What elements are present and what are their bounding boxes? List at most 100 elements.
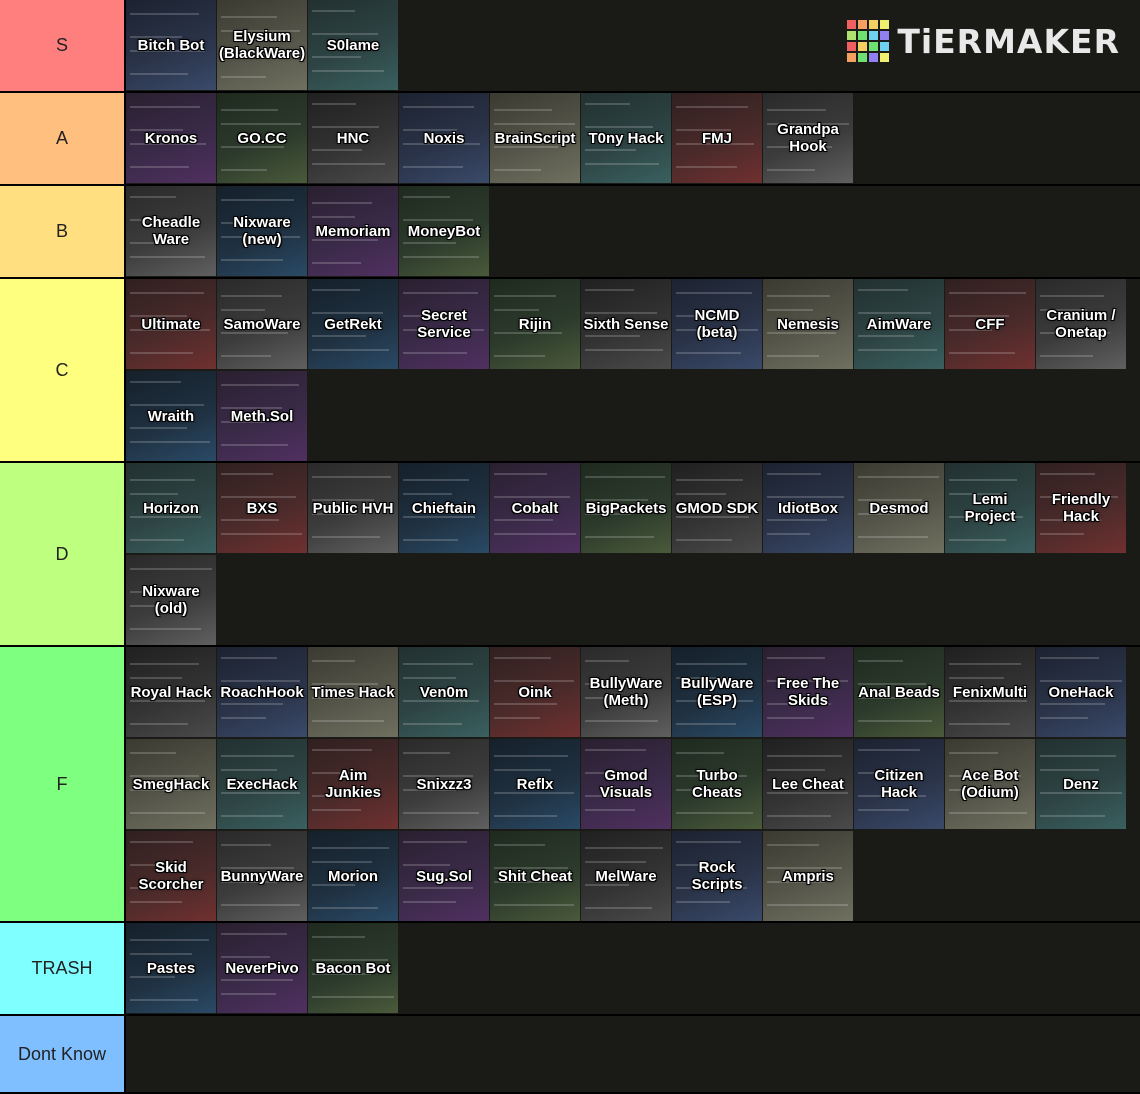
- tier-item[interactable]: Public HVH: [308, 463, 398, 553]
- tier-item[interactable]: Free The Skids: [763, 647, 853, 737]
- tier-item[interactable]: BullyWare (ESP): [672, 647, 762, 737]
- tier-item[interactable]: Noxis: [399, 93, 489, 183]
- logo-square: [880, 53, 890, 62]
- tier-item[interactable]: Chieftain: [399, 463, 489, 553]
- item-name: Secret Service: [417, 307, 471, 341]
- tier-item[interactable]: Cheadle Ware: [126, 186, 216, 276]
- tier-items[interactable]: Pastes NeverPivo Bacon Bot: [124, 923, 1140, 1014]
- tier-label[interactable]: D: [0, 463, 124, 645]
- tier-items[interactable]: Cheadle Ware Nixware (new) Memoriam MoneyBo…: [124, 186, 1140, 277]
- tier-item[interactable]: Rock Scripts: [672, 831, 762, 921]
- tier-item[interactable]: Kronos: [126, 93, 216, 183]
- tier-item[interactable]: CFF: [945, 279, 1035, 369]
- tier-item[interactable]: Sug.Sol: [399, 831, 489, 921]
- tier-label[interactable]: B: [0, 186, 124, 277]
- tier-item[interactable]: Desmod: [854, 463, 944, 553]
- tier-item[interactable]: Snixzz3: [399, 739, 489, 829]
- tier-item[interactable]: Nixware (new): [217, 186, 307, 276]
- tier-item[interactable]: Royal Hack: [126, 647, 216, 737]
- tier-item[interactable]: Turbo Cheats: [672, 739, 762, 829]
- tier-item[interactable]: Gmod Visuals: [581, 739, 671, 829]
- tier-item[interactable]: T0ny Hack: [581, 93, 671, 183]
- tier-item[interactable]: Denz: [1036, 739, 1126, 829]
- tier-row: A Kronos GO.CC HNC Noxis BrainScript T0ny Hack…: [0, 93, 1140, 186]
- tier-label[interactable]: C: [0, 279, 124, 461]
- tier-item[interactable]: Bacon Bot: [308, 923, 398, 1013]
- tier-item[interactable]: Anal Beads: [854, 647, 944, 737]
- tier-item[interactable]: Ven0m: [399, 647, 489, 737]
- tier-item[interactable]: Reflx: [490, 739, 580, 829]
- tier-item[interactable]: Skid Scorcher: [126, 831, 216, 921]
- tier-item[interactable]: Secret Service: [399, 279, 489, 369]
- tier-item[interactable]: Wraith: [126, 371, 216, 461]
- tier-item[interactable]: FenixMulti: [945, 647, 1035, 737]
- tier-item[interactable]: Ace Bot (Odium): [945, 739, 1035, 829]
- tier-item[interactable]: Meth.Sol: [217, 371, 307, 461]
- tier-label[interactable]: Dont Know: [0, 1016, 124, 1092]
- tier-item[interactable]: OneHack: [1036, 647, 1126, 737]
- tier-item[interactable]: Pastes: [126, 923, 216, 1013]
- tier-item[interactable]: Nemesis: [763, 279, 853, 369]
- tier-item[interactable]: MoneyBot: [399, 186, 489, 276]
- tier-item[interactable]: SmegHack: [126, 739, 216, 829]
- tiermaker-logo[interactable]: TiERMAKER: [847, 20, 1120, 62]
- tier-item[interactable]: Cobalt: [490, 463, 580, 553]
- tier-item[interactable]: BigPackets: [581, 463, 671, 553]
- tier-item[interactable]: Elysium (BlackWare): [217, 0, 307, 90]
- tier-label[interactable]: TRASH: [0, 923, 124, 1014]
- tier-items[interactable]: Royal Hack RoachHook Times Hack Ven0m Oink Bu…: [124, 647, 1140, 921]
- logo-square: [880, 31, 890, 40]
- tier-item[interactable]: Grandpa Hook: [763, 93, 853, 183]
- tier-items[interactable]: Ultimate SamoWare GetRekt Secret Service Rij…: [124, 279, 1140, 461]
- item-name: Ven0m: [419, 683, 469, 701]
- item-name: Bitch Bot: [137, 36, 205, 54]
- tier-item[interactable]: GetRekt: [308, 279, 398, 369]
- tier-items[interactable]: Horizon BXS Public HVH Chieftain Cobalt BigPa…: [124, 463, 1140, 645]
- tier-item[interactable]: Nixware (old): [126, 555, 216, 645]
- tier-item[interactable]: Lemi Project: [945, 463, 1035, 553]
- tier-item[interactable]: Bitch Bot: [126, 0, 216, 90]
- tier-item[interactable]: Sixth Sense: [581, 279, 671, 369]
- tier-items[interactable]: [124, 1016, 1140, 1092]
- tier-item[interactable]: Morion: [308, 831, 398, 921]
- item-name: CFF: [975, 315, 1005, 333]
- tier-item[interactable]: Citizen Hack: [854, 739, 944, 829]
- item-name: Cheadle Ware: [141, 214, 201, 248]
- tier-item[interactable]: Horizon: [126, 463, 216, 553]
- tier-item[interactable]: AimWare: [854, 279, 944, 369]
- tier-item[interactable]: SamoWare: [217, 279, 307, 369]
- tier-item[interactable]: Ultimate: [126, 279, 216, 369]
- tier-item[interactable]: FMJ: [672, 93, 762, 183]
- tier-item[interactable]: Shit Cheat: [490, 831, 580, 921]
- tier-item[interactable]: Ampris: [763, 831, 853, 921]
- item-name: BXS: [246, 499, 278, 517]
- tier-items[interactable]: Kronos GO.CC HNC Noxis BrainScript T0ny Hack F…: [124, 93, 1140, 184]
- tier-item[interactable]: BXS: [217, 463, 307, 553]
- tier-item[interactable]: BunnyWare: [217, 831, 307, 921]
- tier-item[interactable]: Rijin: [490, 279, 580, 369]
- tier-item[interactable]: HNC: [308, 93, 398, 183]
- tier-item[interactable]: Friendly Hack: [1036, 463, 1126, 553]
- tier-item[interactable]: ExecHack: [217, 739, 307, 829]
- tier-item[interactable]: Oink: [490, 647, 580, 737]
- tier-item[interactable]: Lee Cheat: [763, 739, 853, 829]
- tier-item[interactable]: Memoriam: [308, 186, 398, 276]
- item-name: Ampris: [782, 867, 834, 885]
- tier-item[interactable]: RoachHook: [217, 647, 307, 737]
- tier-item[interactable]: MelWare: [581, 831, 671, 921]
- tier-item[interactable]: BullyWare (Meth): [581, 647, 671, 737]
- tier-item[interactable]: IdiotBox: [763, 463, 853, 553]
- tier-label[interactable]: A: [0, 93, 124, 184]
- tier-item[interactable]: GO.CC: [217, 93, 307, 183]
- tier-item[interactable]: NCMD (beta): [672, 279, 762, 369]
- tier-label[interactable]: S: [0, 0, 124, 91]
- tier-item[interactable]: GMOD SDK: [672, 463, 762, 553]
- tier-label[interactable]: F: [0, 647, 124, 921]
- tier-item[interactable]: Aim Junkies: [308, 739, 398, 829]
- tier-item[interactable]: BrainScript: [490, 93, 580, 183]
- tier-item[interactable]: S0lame: [308, 0, 398, 90]
- tier-item[interactable]: NeverPivo: [217, 923, 307, 1013]
- tier-item[interactable]: Times Hack: [308, 647, 398, 737]
- tier-item[interactable]: Cranium / Onetap: [1036, 279, 1126, 369]
- item-name: Pastes: [146, 959, 196, 977]
